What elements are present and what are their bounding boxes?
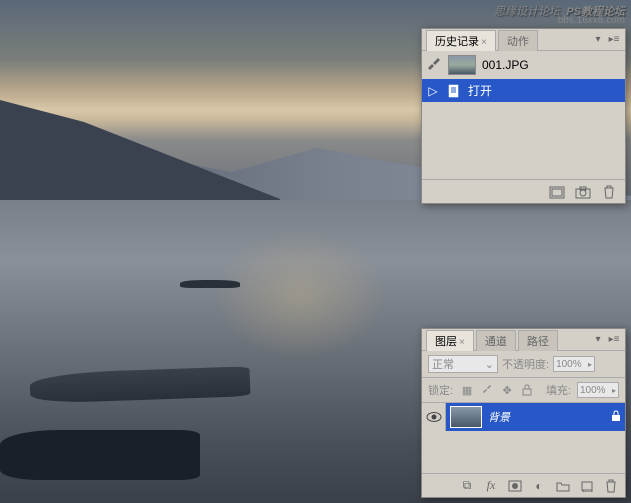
minimize-icon[interactable]: ▾ [591, 33, 605, 47]
layers-footer: ⧉ fx ◐ [422, 473, 625, 497]
link-layers-icon[interactable]: ⧉ [459, 478, 475, 494]
layer-thumbnail [450, 406, 482, 428]
boat-near [0, 430, 200, 480]
blend-mode-select[interactable]: 正常⌄ [428, 355, 498, 373]
visibility-toggle[interactable] [422, 403, 446, 431]
chevron-down-icon: ⌄ [485, 358, 494, 371]
layer-group-icon[interactable] [555, 478, 571, 494]
history-footer [422, 179, 625, 203]
history-panel: 历史记录× 动作 ▾ ▸≡ 001.JPG ▷ 打开 [421, 28, 626, 204]
tab-paths[interactable]: 路径 [518, 330, 558, 351]
layers-options-row: 正常⌄ 不透明度: 100%▸ [422, 351, 625, 378]
trash-icon[interactable] [603, 478, 619, 494]
layer-row[interactable]: 背景 [422, 403, 625, 431]
camera-icon[interactable] [575, 184, 591, 200]
close-icon[interactable]: × [459, 337, 465, 348]
history-source-name: 001.JPG [482, 58, 529, 72]
layer-effects-icon[interactable]: fx [483, 478, 499, 494]
history-thumbnail [448, 55, 476, 75]
new-snapshot-icon[interactable] [549, 184, 565, 200]
layers-titlebar: 图层× 通道 路径 ▾ ▸≡ [422, 329, 625, 351]
new-layer-icon[interactable] [579, 478, 595, 494]
tab-channels[interactable]: 通道 [476, 330, 516, 351]
layer-mask-icon[interactable] [507, 478, 523, 494]
water-reflection [200, 220, 400, 370]
boat-far [180, 280, 240, 288]
opacity-label: 不透明度: [502, 356, 549, 372]
history-item-open[interactable]: ▷ 打开 [422, 79, 625, 102]
trash-icon[interactable] [601, 184, 617, 200]
lock-all-icon[interactable] [519, 382, 535, 398]
minimize-icon[interactable]: ▾ [591, 333, 605, 347]
history-source-row[interactable]: 001.JPG [422, 51, 625, 79]
close-icon[interactable]: × [481, 37, 487, 48]
layers-body: 正常⌄ 不透明度: 100%▸ 锁定: ▦ ✥ 填充: 100%▸ [422, 351, 625, 497]
fill-label: 填充: [546, 382, 571, 398]
history-item-label: 打开 [468, 82, 492, 99]
adjustment-layer-icon[interactable]: ◐ [531, 478, 547, 494]
fill-input[interactable]: 100%▸ [577, 382, 619, 398]
lock-label: 锁定: [428, 382, 453, 398]
history-marker-icon: ▷ [426, 84, 440, 98]
layers-list: 背景 [422, 403, 625, 473]
brush-source-icon [426, 58, 442, 72]
lock-pixels-icon[interactable] [479, 382, 495, 398]
history-titlebar: 历史记录× 动作 ▾ ▸≡ [422, 29, 625, 51]
tab-actions[interactable]: 动作 [498, 30, 538, 51]
watermark-url: bbs.16xx8.com [558, 15, 625, 26]
lock-position-icon[interactable]: ✥ [499, 382, 515, 398]
opacity-input[interactable]: 100%▸ [553, 356, 595, 372]
layers-lock-row: 锁定: ▦ ✥ 填充: 100%▸ [422, 378, 625, 403]
history-body: 001.JPG ▷ 打开 [422, 51, 625, 179]
menu-icon[interactable]: ▸≡ [607, 333, 621, 347]
layer-content[interactable]: 背景 [446, 403, 625, 431]
tab-layers[interactable]: 图层× [426, 330, 474, 351]
layer-name: 背景 [488, 409, 510, 425]
layers-panel: 图层× 通道 路径 ▾ ▸≡ 正常⌄ 不透明度: 100%▸ 锁定: ▦ [421, 328, 626, 498]
menu-icon[interactable]: ▸≡ [607, 33, 621, 47]
tab-history[interactable]: 历史记录× [426, 30, 496, 51]
lock-transparency-icon[interactable]: ▦ [459, 382, 475, 398]
eye-icon [426, 411, 442, 423]
lock-icon [611, 410, 621, 425]
document-icon [446, 84, 462, 98]
